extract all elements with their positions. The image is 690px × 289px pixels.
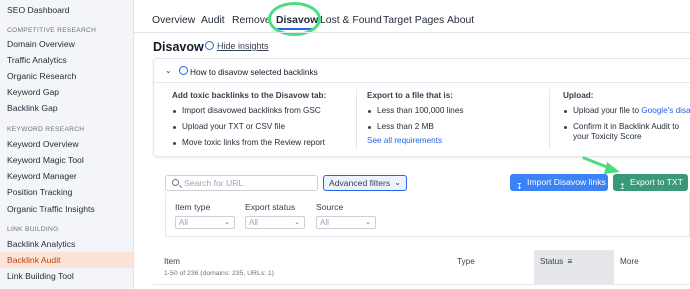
import-disavow-links-button[interactable]: ↧ Import Disavow links <box>510 174 608 191</box>
list-item-continuation: your Toxicity Score <box>573 132 642 141</box>
table-header-border <box>153 284 690 285</box>
insights-card-header[interactable]: ⌄ How to disavow selected backlinks <box>154 59 690 83</box>
list-item: Move toxic links from the Review report <box>172 138 326 148</box>
sidebar-item-position-tracking[interactable]: Position Tracking <box>0 184 133 200</box>
column-divider <box>549 89 550 149</box>
insights-column-add: Add toxic backlinks to the Disavow tab: … <box>172 91 326 148</box>
page-title: Disavow <box>153 40 204 54</box>
import-disavow-links-label: Import Disavow links <box>527 177 606 187</box>
item-type-select[interactable]: All ⌄ <box>175 216 235 229</box>
sidebar-item-traffic-analytics[interactable]: Traffic Analytics <box>0 52 133 68</box>
advanced-filters-button[interactable]: Advanced filters ⌄ <box>323 175 407 191</box>
column-header-status-label: Status <box>540 257 564 266</box>
sidebar-section-keyword-research: KEYWORD RESEARCH <box>7 126 85 133</box>
sidebar: SEO Dashboard COMPETITIVE RESEARCH Domai… <box>0 0 134 289</box>
list-item: Upload your TXT or CSV file <box>172 122 326 132</box>
search-box <box>165 175 318 191</box>
export-status-select[interactable]: All ⌄ <box>245 216 305 229</box>
sidebar-item-keyword-gap[interactable]: Keyword Gap <box>0 84 133 100</box>
insights-column-heading: Add toxic backlinks to the Disavow tab: <box>172 91 327 100</box>
export-to-txt-button[interactable]: ↥ Export to TXT <box>613 174 688 191</box>
list-item: Confirm it in Backlink Audit to <box>563 122 690 132</box>
tab-remove[interactable]: Remove <box>232 14 271 28</box>
tabs-divider <box>134 32 690 33</box>
tab-lost-and-found[interactable]: Lost & Found <box>320 14 382 28</box>
list-item: Import disavowed backlinks from GSC <box>172 106 326 116</box>
column-header-status[interactable]: Status ≡ <box>534 250 614 284</box>
filter-export-status: Export status All ⌄ <box>245 202 305 229</box>
insights-icon <box>205 41 214 50</box>
filter-item-type: Item type All ⌄ <box>175 202 235 229</box>
list-item: Upload your file to Google's disa <box>563 106 690 116</box>
filter-label: Export status <box>245 202 296 212</box>
source-select[interactable]: All ⌄ <box>316 216 376 229</box>
sidebar-section-link-building: LINK BUILDING <box>7 226 59 233</box>
hide-insights-label: Hide insights <box>217 41 269 51</box>
sidebar-item-organic-research[interactable]: Organic Research <box>0 68 133 84</box>
sidebar-item-backlink-analytics[interactable]: Backlink Analytics <box>0 236 133 252</box>
insights-column-export: Export to a file that is: Less than 100,… <box>367 91 464 145</box>
sidebar-item-keyword-overview[interactable]: Keyword Overview <box>0 136 133 152</box>
results-summary: 1-50 of 236 (domains: 235, URLs: 1) <box>164 270 274 277</box>
column-divider <box>356 89 357 149</box>
column-header-item-label: Item <box>164 257 180 266</box>
sidebar-item-seo-dashboard[interactable]: SEO Dashboard <box>0 2 133 18</box>
google-disavow-link[interactable]: Google's disa <box>641 106 690 115</box>
sidebar-item-backlink-audit[interactable]: Backlink Audit <box>0 252 133 268</box>
export-to-txt-label: Export to TXT <box>630 177 683 187</box>
list-item: Less than 100,000 lines <box>367 106 464 116</box>
insights-column-heading: Export to a file that is: <box>367 91 453 100</box>
column-header-item: Item 1-50 of 236 (domains: 235, URLs: 1) <box>164 250 444 284</box>
chevron-down-icon: ⌄ <box>294 219 300 226</box>
table-header: Item 1-50 of 236 (domains: 235, URLs: 1)… <box>153 250 690 284</box>
search-icon <box>172 179 179 186</box>
insights-card: ⌄ How to disavow selected backlinks Add … <box>153 58 690 157</box>
sort-icon: ≡ <box>567 257 573 266</box>
tab-audit[interactable]: Audit <box>201 14 225 28</box>
sidebar-item-organic-traffic-insights[interactable]: Organic Traffic Insights <box>0 201 133 217</box>
sidebar-item-keyword-manager[interactable]: Keyword Manager <box>0 168 133 184</box>
column-header-type[interactable]: Type <box>457 250 527 284</box>
see-all-requirements-link[interactable]: See all requirements <box>367 136 464 145</box>
filter-label: Source <box>316 202 344 212</box>
sidebar-item-keyword-magic-tool[interactable]: Keyword Magic Tool <box>0 152 133 168</box>
sidebar-section-competitive-research: COMPETITIVE RESEARCH <box>7 27 97 34</box>
insights-column-upload: Upload: Upload your file to Google's dis… <box>563 91 690 142</box>
chevron-down-icon: ⌄ <box>224 219 230 226</box>
filter-label: Item type <box>175 202 211 212</box>
sidebar-item-link-building-tool[interactable]: Link Building Tool <box>0 268 133 284</box>
search-input[interactable] <box>184 176 314 190</box>
chevron-down-icon: ⌄ <box>365 219 371 226</box>
insights-card-title: How to disavow selected backlinks <box>190 67 318 77</box>
chevron-down-icon: ⌄ <box>394 178 401 187</box>
highlight-circle-annotation <box>268 2 321 36</box>
list-item: Less than 2 MB <box>367 122 464 132</box>
tab-about[interactable]: About <box>447 14 474 28</box>
advanced-filters-label: Advanced filters <box>329 178 391 188</box>
column-header-more: More <box>620 257 639 266</box>
sidebar-item-backlink-gap[interactable]: Backlink Gap <box>0 100 133 116</box>
filter-source: Source All ⌄ <box>316 202 376 229</box>
tab-overview[interactable]: Overview <box>152 14 195 28</box>
insights-column-heading: Upload: <box>563 91 594 100</box>
tab-target-pages[interactable]: Target Pages <box>383 14 444 28</box>
filters-panel: Item type All ⌄ Export status All ⌄ Source… <box>165 193 690 237</box>
arrow-annotation-icon <box>582 156 620 174</box>
chevron-down-icon[interactable]: ⌄ <box>165 66 172 75</box>
sidebar-item-domain-overview[interactable]: Domain Overview <box>0 36 133 52</box>
hide-insights-link[interactable]: Hide insights <box>205 41 269 51</box>
